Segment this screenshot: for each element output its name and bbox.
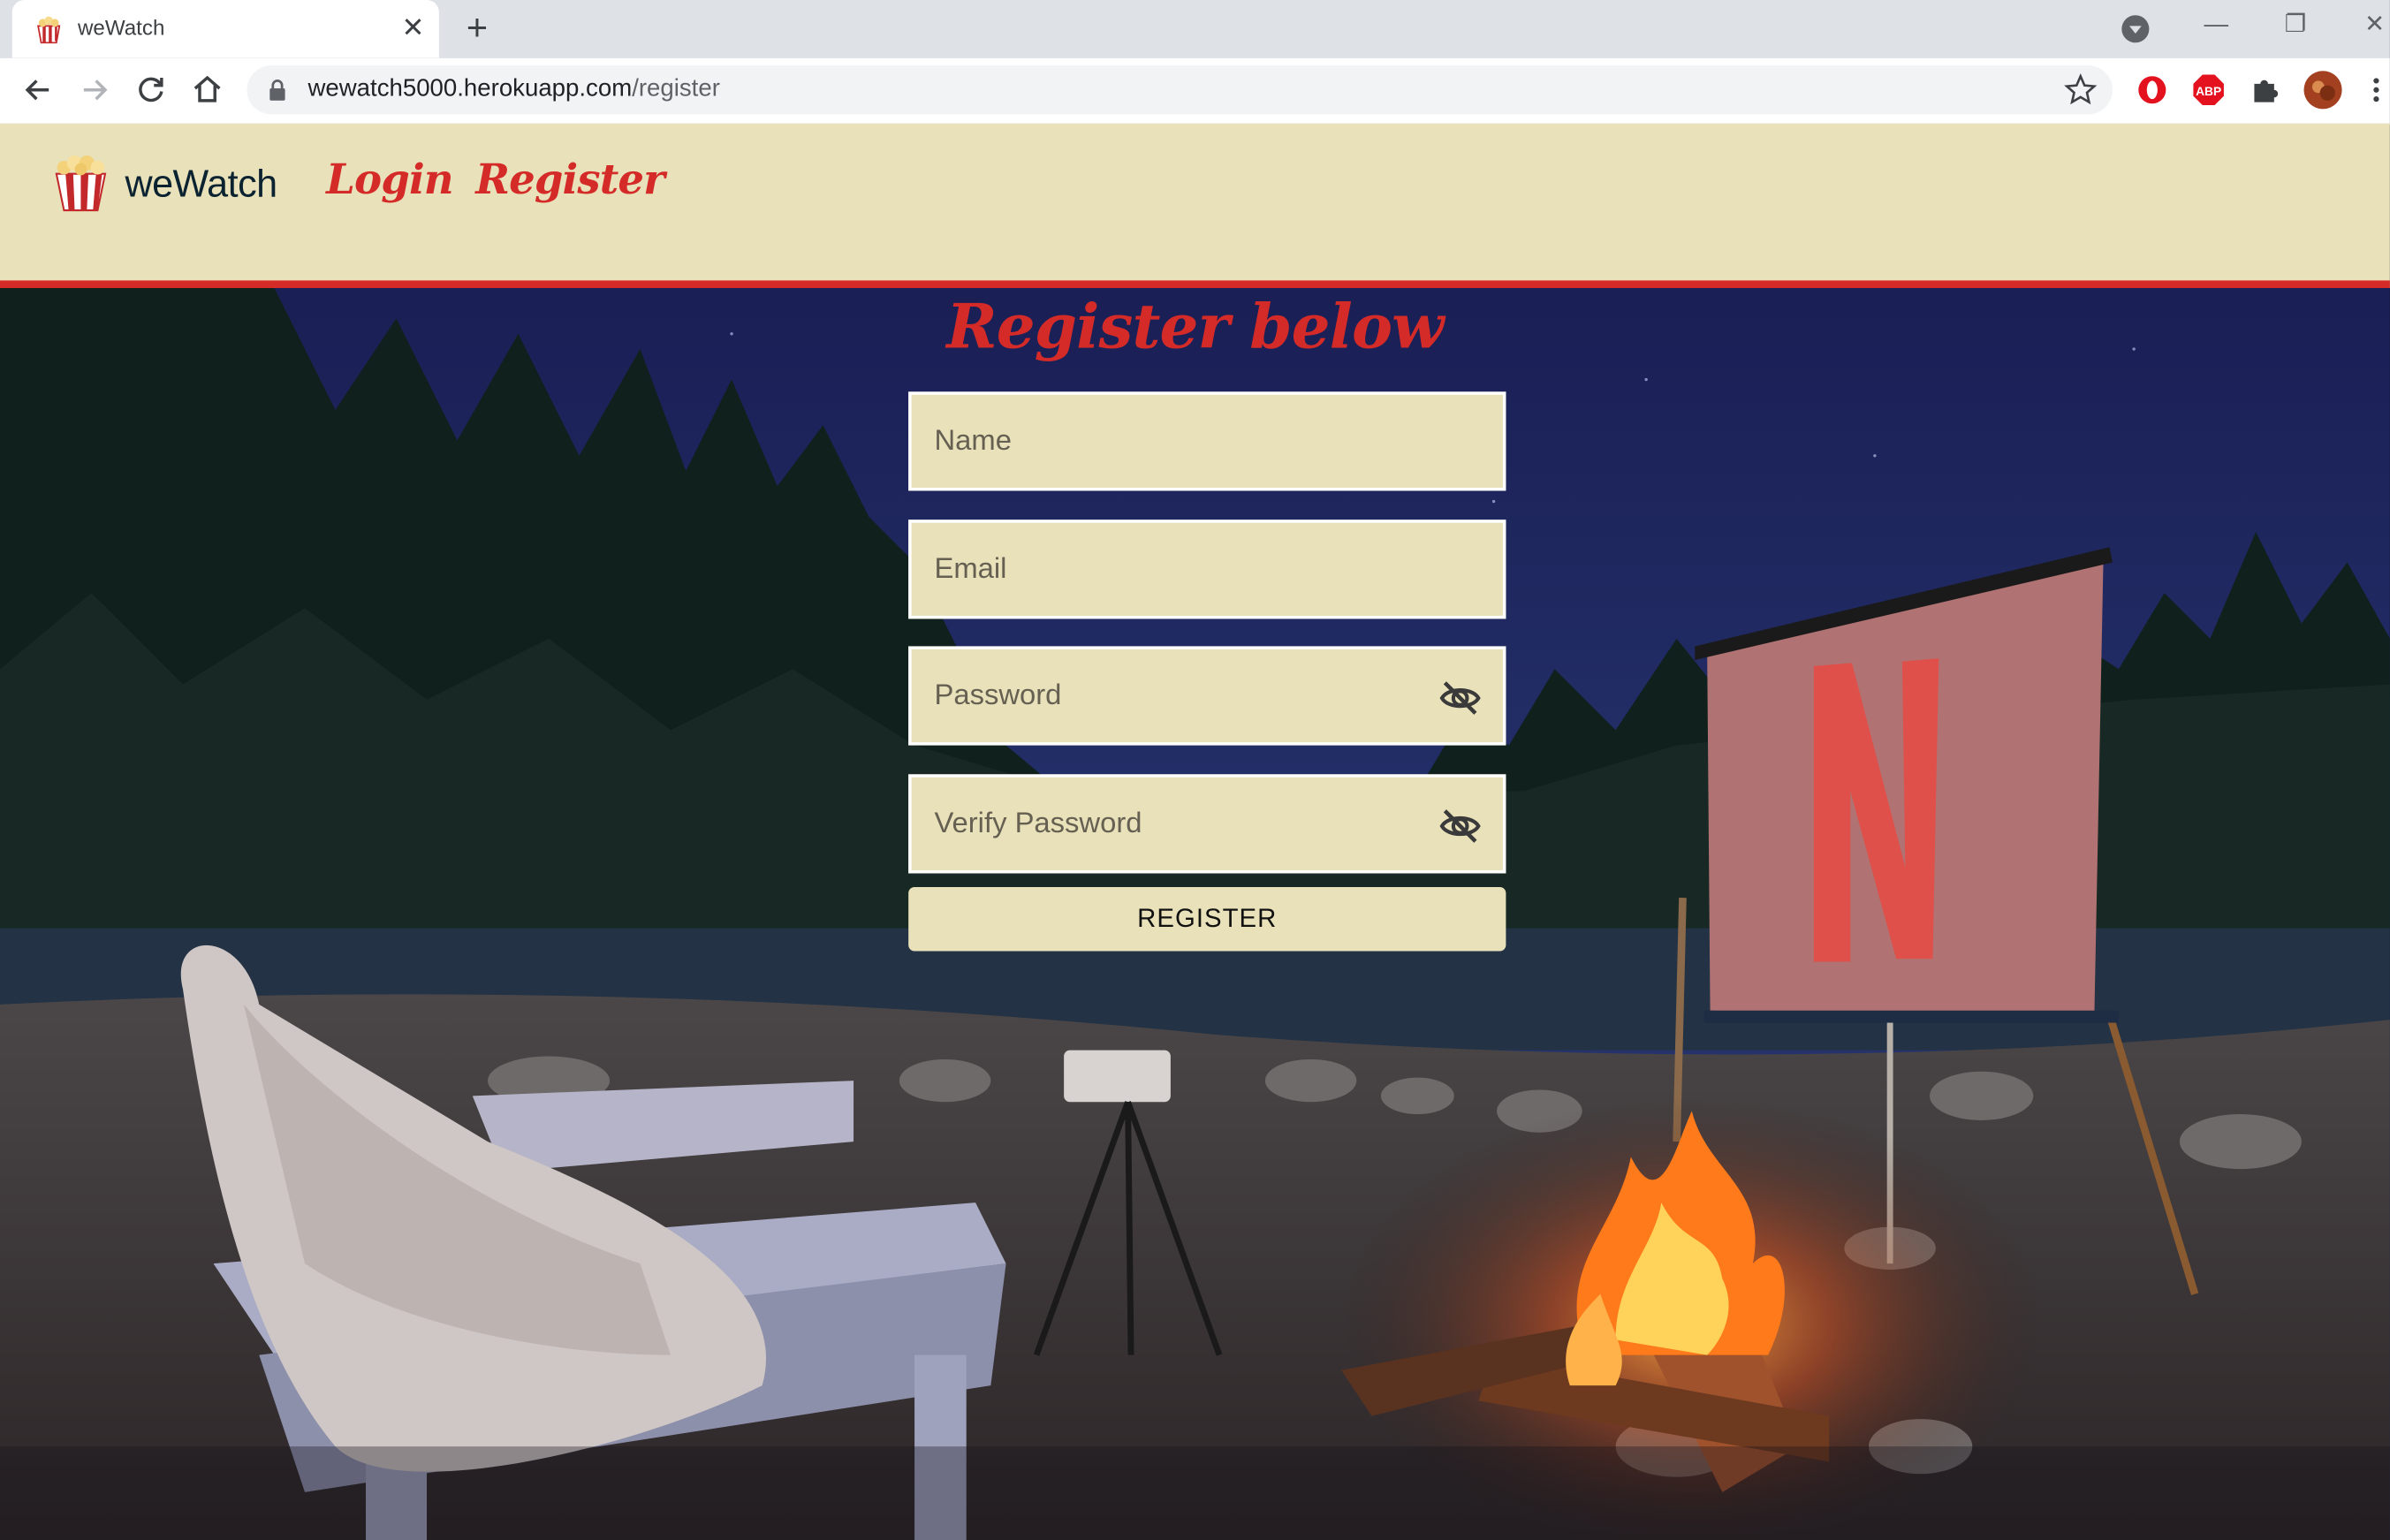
browser-tabstrip: weWatch ✕ + — ❐ ✕ <box>0 0 2390 58</box>
tab-search-icon[interactable] <box>2121 15 2150 43</box>
eye-slash-icon[interactable] <box>1438 677 1481 719</box>
browser-tab-active[interactable]: weWatch ✕ <box>11 0 439 58</box>
eye-slash-icon[interactable] <box>1438 805 1481 847</box>
window-close-button[interactable]: ✕ <box>2348 6 2390 46</box>
window-minimize-button[interactable]: — <box>2189 6 2243 46</box>
new-tab-button[interactable]: + <box>458 8 497 49</box>
browser-menu-icon[interactable] <box>2363 73 2390 107</box>
address-bar[interactable]: wewatch5000.herokuapp.com/register <box>247 65 2113 115</box>
password-field <box>908 646 1506 746</box>
tab-title: weWatch <box>77 15 165 40</box>
email-field <box>908 520 1506 619</box>
popcorn-logo-icon[interactable] <box>52 154 110 212</box>
email-input[interactable] <box>911 522 1503 616</box>
verify-password-input[interactable] <box>911 777 1503 871</box>
url-text[interactable]: wewatch5000.herokuapp.com/register <box>307 76 719 103</box>
brand-name[interactable]: weWatch <box>125 163 277 208</box>
back-arrow-icon[interactable] <box>19 70 58 110</box>
register-button[interactable]: REGISTER <box>908 887 1506 952</box>
reload-icon[interactable] <box>131 70 171 110</box>
verify-password-field <box>908 774 1506 874</box>
popcorn-icon <box>37 16 61 44</box>
browser-toolbar: wewatch5000.herokuapp.com/register ABP <box>0 57 2390 125</box>
svg-text:ABP: ABP <box>2196 85 2221 98</box>
site-navbar: weWatch Login Register <box>0 123 2390 289</box>
lock-icon[interactable] <box>269 80 287 101</box>
window-restore-button[interactable]: ❐ <box>2268 6 2323 46</box>
bookmark-star-icon[interactable] <box>2064 73 2098 107</box>
url-host: wewatch5000.herokuapp.com <box>307 76 633 102</box>
opera-icon[interactable] <box>2136 73 2169 107</box>
puzzle-extensions-icon[interactable] <box>2249 73 2282 107</box>
url-path: /register <box>632 76 720 102</box>
profile-avatar[interactable] <box>2303 70 2343 110</box>
tab-close-icon[interactable]: ✕ <box>397 11 430 44</box>
adblock-plus-icon[interactable]: ABP <box>2192 73 2226 107</box>
page-title: Register below <box>0 291 2390 362</box>
page-title-text: Register below <box>946 291 1444 363</box>
name-input[interactable] <box>911 394 1503 489</box>
home-icon[interactable] <box>187 70 227 110</box>
forward-arrow-icon[interactable] <box>75 70 115 110</box>
nav-link-register[interactable]: Register <box>475 157 664 204</box>
nav-link-login[interactable]: Login <box>326 157 454 204</box>
name-field <box>908 391 1506 491</box>
web-page: weWatch Login Register Register below Na… <box>0 123 2390 1540</box>
password-input[interactable] <box>911 649 1503 743</box>
